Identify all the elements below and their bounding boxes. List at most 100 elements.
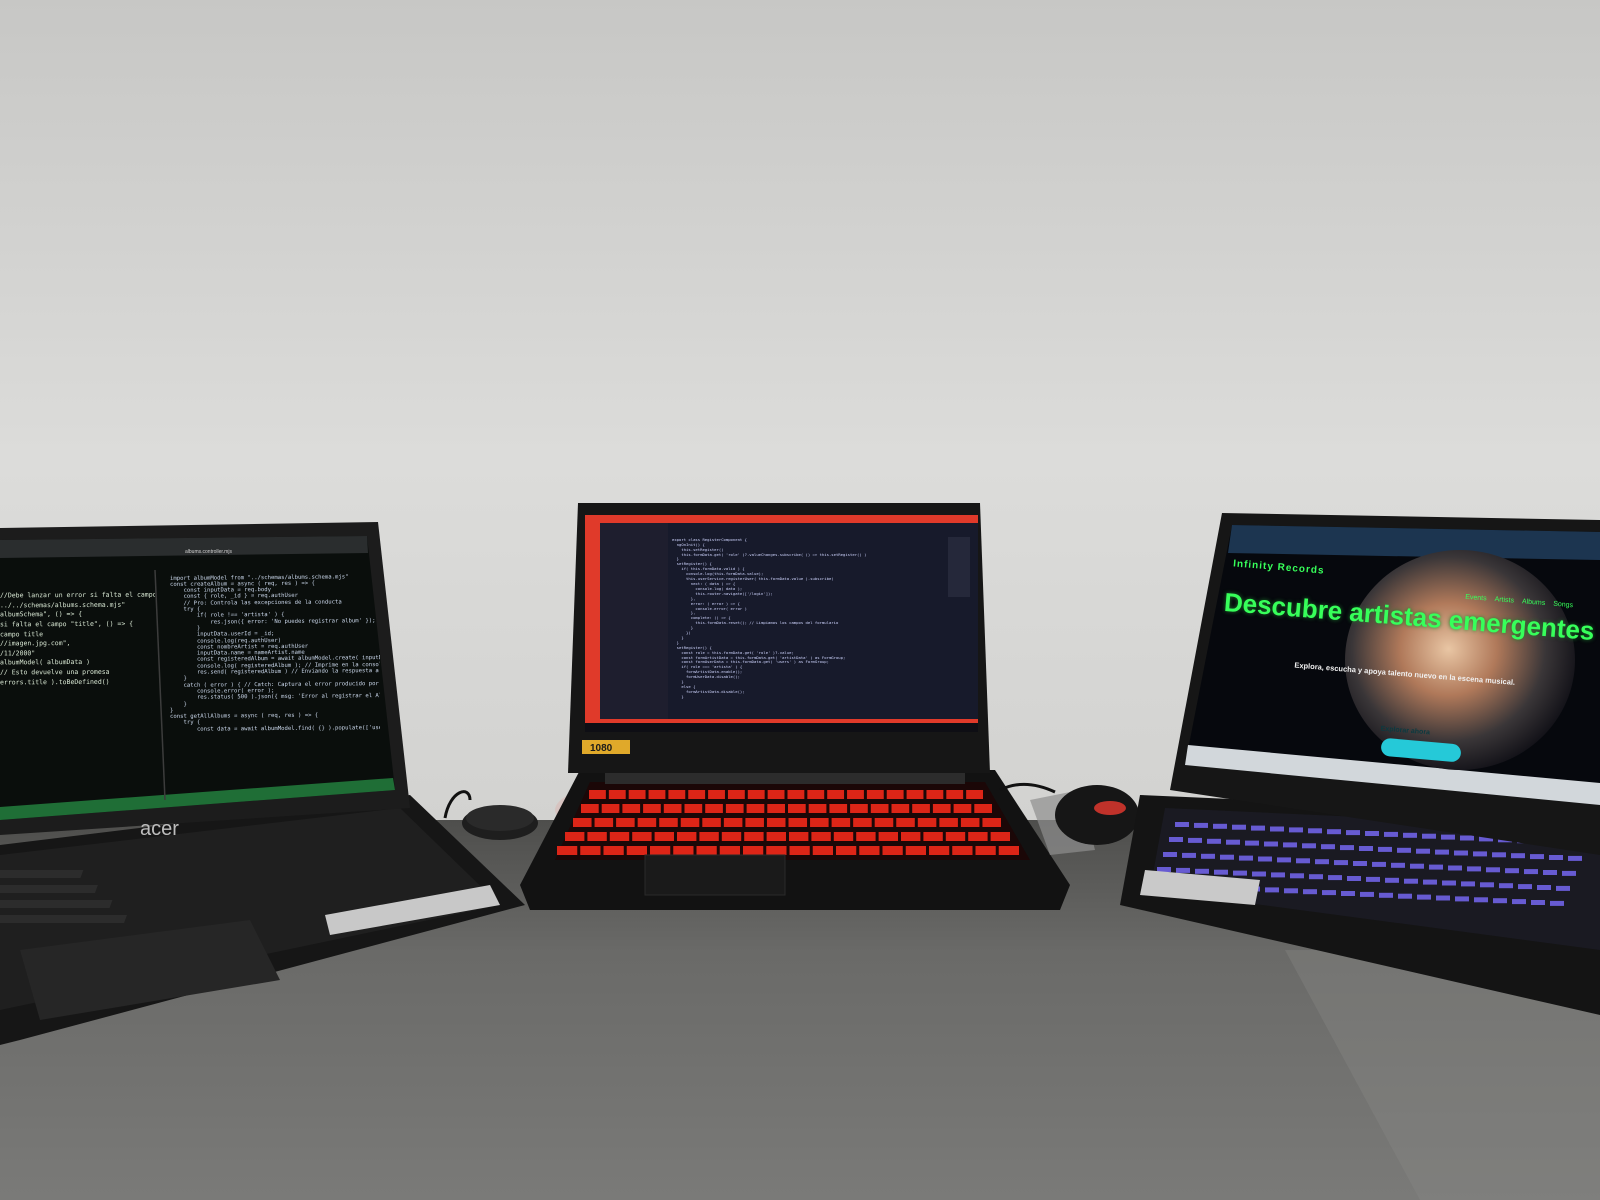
red-key xyxy=(603,846,624,855)
blue-key xyxy=(1327,829,1341,835)
blue-key xyxy=(1226,839,1240,845)
blue-key xyxy=(1442,880,1456,886)
red-key xyxy=(696,846,717,855)
red-key xyxy=(708,790,725,799)
red-key xyxy=(874,818,894,827)
red-key xyxy=(766,832,786,841)
red-key xyxy=(668,790,686,799)
center-hinge xyxy=(605,772,965,784)
red-key xyxy=(807,790,825,799)
red-key xyxy=(557,846,578,855)
blue-key xyxy=(1277,857,1291,863)
blue-key xyxy=(1493,898,1507,904)
red-key xyxy=(744,832,764,841)
red-key xyxy=(705,804,723,813)
blue-key xyxy=(1524,869,1538,875)
blue-key xyxy=(1391,862,1405,868)
blue-key xyxy=(1360,891,1374,897)
red-key xyxy=(609,832,630,841)
red-key xyxy=(811,832,831,841)
site-nav-artists[interactable]: Artists xyxy=(1494,596,1514,605)
blue-key xyxy=(1435,849,1449,855)
blue-key xyxy=(1518,884,1532,890)
site-nav-events[interactable]: Events xyxy=(1465,594,1487,603)
red-key xyxy=(905,846,926,855)
blue-key xyxy=(1163,852,1177,857)
hero-headline: Descubre artistas emergentes xyxy=(1222,586,1596,646)
red-key xyxy=(581,804,599,813)
blue-key xyxy=(1455,896,1469,902)
blue-key xyxy=(1194,822,1208,828)
blue-key xyxy=(1460,835,1474,841)
blue-key xyxy=(1346,830,1360,836)
red-key xyxy=(859,846,880,855)
red-key xyxy=(723,818,743,827)
red-key xyxy=(632,832,652,841)
red-key xyxy=(998,846,1019,855)
blue-key xyxy=(1512,899,1526,905)
blue-key xyxy=(1499,883,1513,889)
blue-key xyxy=(1379,892,1393,898)
red-key xyxy=(975,846,996,855)
center-resolution-text: 1080 xyxy=(590,743,613,754)
right-website: Infinity Records Events Artists Albums Song… xyxy=(1212,553,1599,792)
blue-key xyxy=(1365,831,1379,836)
site-nav-songs[interactable]: Songs xyxy=(1553,601,1573,610)
red-key xyxy=(688,790,706,799)
red-key xyxy=(896,818,915,827)
red-key xyxy=(766,818,786,827)
red-key xyxy=(882,846,903,855)
red-key xyxy=(648,790,666,799)
blue-key xyxy=(1270,826,1284,832)
red-key xyxy=(721,832,742,841)
blue-key xyxy=(1422,833,1436,839)
red-key xyxy=(953,804,972,813)
red-key xyxy=(594,818,614,827)
blue-key xyxy=(1207,838,1221,844)
blue-key xyxy=(1417,894,1431,900)
red-key xyxy=(622,804,641,813)
blue-key xyxy=(1290,873,1304,879)
blue-key xyxy=(1436,895,1450,901)
site-nav-albums[interactable]: Albums xyxy=(1522,598,1546,607)
blue-key xyxy=(1511,853,1525,859)
red-key xyxy=(856,832,876,841)
blue-key xyxy=(1404,878,1418,884)
blue-key xyxy=(1530,854,1544,860)
red-key xyxy=(788,818,808,827)
red-key xyxy=(870,804,889,813)
blue-key xyxy=(1448,865,1462,871)
blue-key xyxy=(1252,871,1266,877)
blue-key xyxy=(1397,847,1411,853)
blue-key xyxy=(1556,885,1570,891)
red-key xyxy=(608,790,626,799)
red-key xyxy=(673,846,694,855)
blue-key xyxy=(1480,882,1494,888)
blue-key xyxy=(1416,848,1430,854)
red-key xyxy=(878,832,898,841)
red-key xyxy=(901,832,921,841)
red-key xyxy=(787,790,805,799)
red-key xyxy=(788,804,806,813)
blue-key xyxy=(1461,881,1475,887)
blue-key xyxy=(1258,856,1272,862)
red-key xyxy=(565,832,585,841)
red-key xyxy=(650,846,671,855)
red-key xyxy=(684,804,703,813)
blue-key xyxy=(1454,850,1468,856)
blue-key xyxy=(1232,824,1246,830)
red-key xyxy=(587,832,607,841)
red-key xyxy=(745,818,764,827)
left-code-line: const data = await albumModel.find( {} )… xyxy=(170,724,380,733)
blue-key xyxy=(1467,866,1481,872)
center-sidebar xyxy=(600,523,668,723)
red-key xyxy=(746,804,765,813)
red-key xyxy=(789,846,810,855)
blue-key xyxy=(1289,827,1303,833)
blue-key xyxy=(1233,870,1247,876)
red-key xyxy=(926,790,944,799)
red-key xyxy=(866,790,884,799)
site-logo[interactable]: Infinity Records xyxy=(1233,558,1325,576)
explore-button[interactable]: Explorar ahora xyxy=(1380,726,1430,737)
left-tab-label[interactable]: albums.controller.mjs xyxy=(185,549,232,555)
